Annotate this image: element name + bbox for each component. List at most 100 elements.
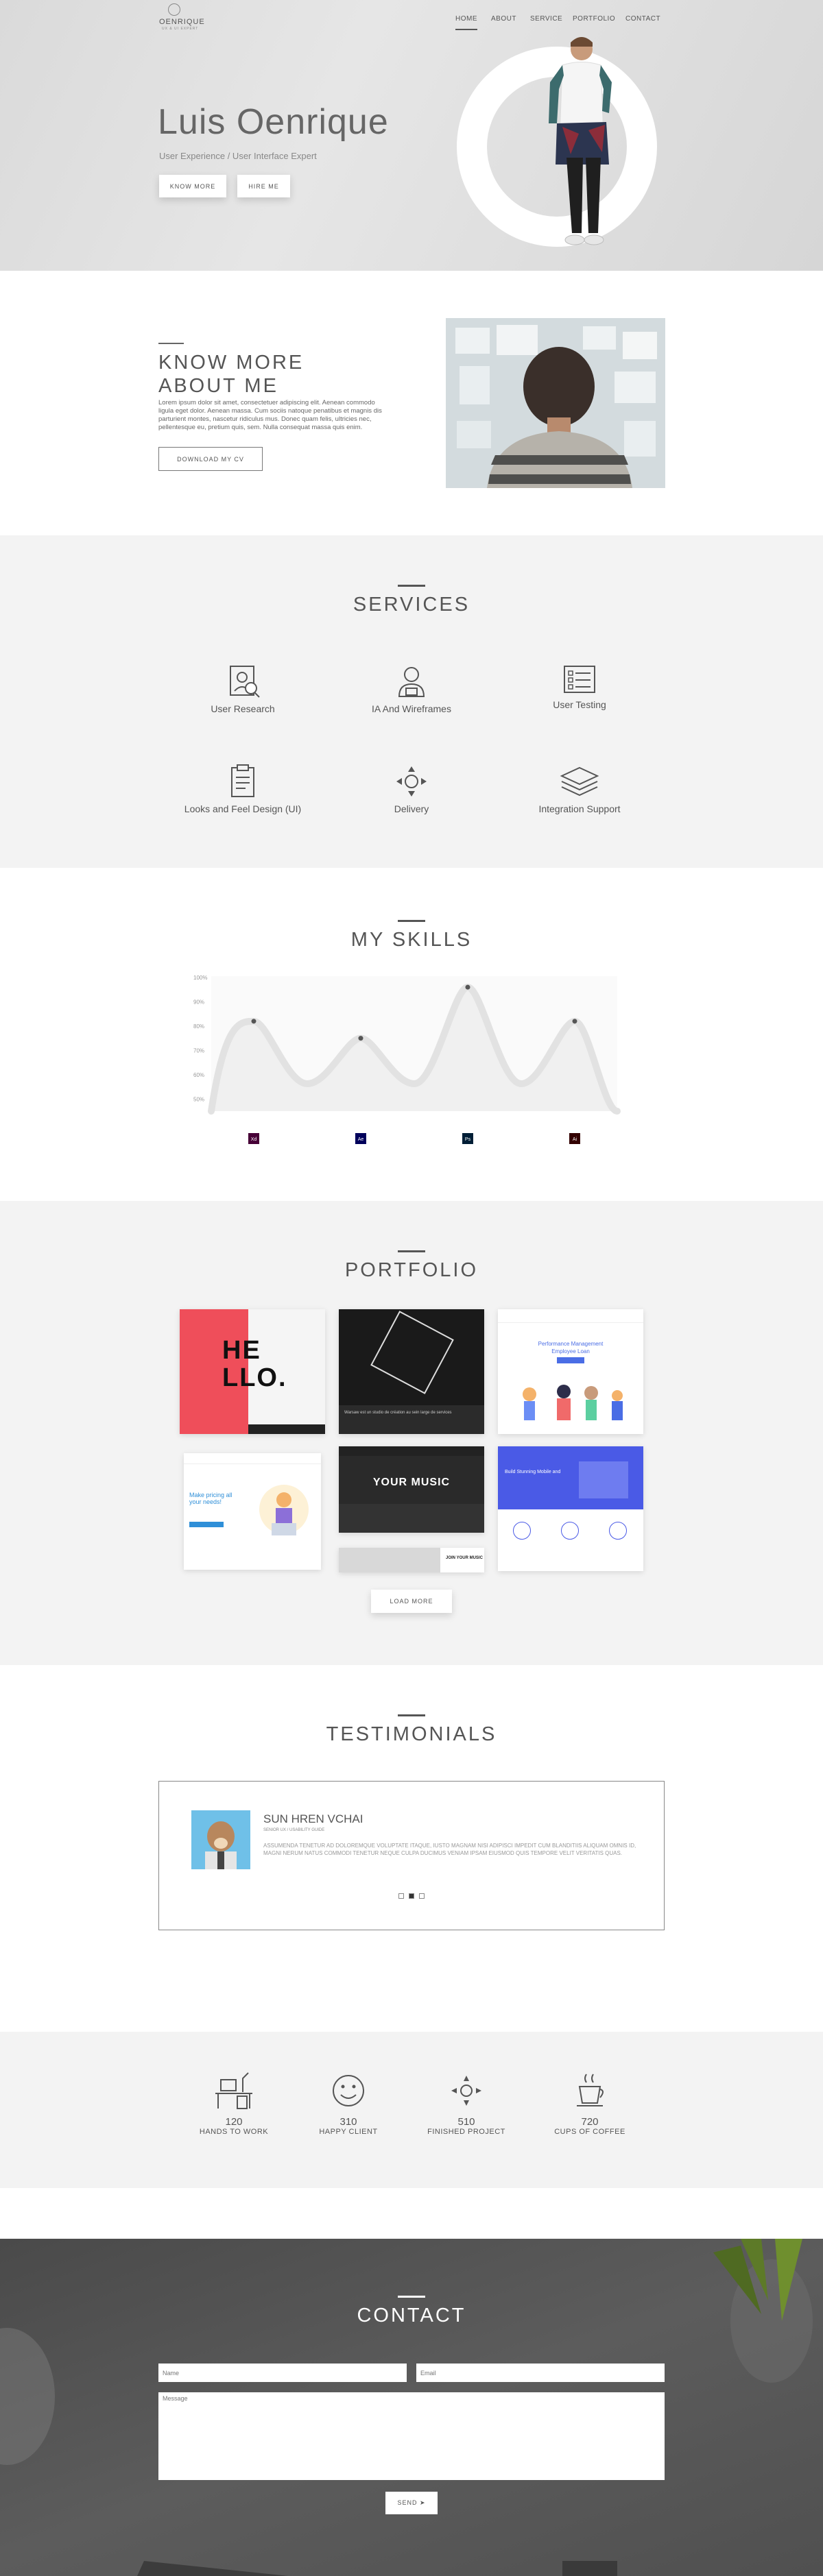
studio-frame (370, 1311, 454, 1394)
nav-about[interactable]: ABOUT (491, 15, 516, 23)
hello-line1: HE (222, 1336, 261, 1365)
portfolio-item-mobile[interactable]: Build Stunning Mobile and (498, 1446, 643, 1571)
y-tick-label: 90% (193, 999, 204, 1005)
performance-navbar (498, 1309, 643, 1323)
about-section (0, 271, 823, 535)
send-arrow-icon: ➤ (419, 2499, 426, 2506)
testimonial-card: SUN HREN VCHAI SENIOR UX / USABILITY GUI… (158, 1781, 665, 1930)
download-cv-button[interactable]: DOWNLOAD MY CV (158, 447, 263, 471)
testimonial-dot-1[interactable] (398, 1893, 404, 1899)
service-label: Delivery (394, 803, 429, 814)
about-photo-illustration (446, 318, 665, 488)
testimonial-dot-3[interactable] (419, 1893, 425, 1899)
stat-cups-of-coffee: 720 CUPS OF COFFEE (532, 2069, 648, 2136)
data-point (572, 1019, 577, 1024)
stat-value: 720 (581, 2116, 599, 2128)
clipboard-icon (231, 764, 254, 797)
service-ia-wireframes[interactable]: IA And Wireframes (326, 664, 497, 714)
skills-title: MY SKILLS (350, 929, 473, 951)
nav-home[interactable]: HOME (455, 15, 477, 30)
about-title-line2: ABOUT ME (158, 375, 278, 397)
about-title-line1: KNOW MORE (158, 352, 305, 374)
pricing-cta (189, 1522, 224, 1527)
service-look-feel[interactable]: Looks and Feel Design (UI) (157, 764, 329, 814)
user-research-icon (230, 666, 260, 698)
x-tick-label: Ps (465, 1137, 471, 1142)
testimonial-role: SENIOR UX / USABILITY GUIDE (263, 1828, 325, 1832)
service-label: User Testing (553, 699, 606, 710)
service-label: Looks and Feel Design (UI) (184, 803, 302, 814)
hello-line2: LLO. (222, 1363, 287, 1392)
service-user-testing[interactable]: User Testing (494, 664, 665, 710)
avatar-illustration (205, 1821, 237, 1869)
skills-chart-svg: 50% 60% 70% 80% 90% 100% Xd Ae Ps Ai (193, 975, 621, 1144)
testimonials-title-bar (398, 1714, 425, 1716)
stat-hands-to-work: 120 HANDS TO WORK (176, 2069, 292, 2136)
feature-icon (561, 1522, 579, 1540)
logo-subtitle: UX & UI EXPERT (162, 27, 199, 31)
logo-icon[interactable] (168, 3, 180, 16)
desk-icon (215, 2072, 252, 2109)
stat-value: 310 (339, 2116, 357, 2128)
send-label: SEND (397, 2499, 418, 2506)
data-point (465, 984, 470, 990)
stat-label: FINISHED PROJECT (427, 2128, 505, 2136)
performance-illustration (523, 1385, 623, 1420)
y-tick-label: 100% (193, 975, 207, 981)
music-navbar (339, 1446, 484, 1456)
studio-footer (339, 1405, 484, 1434)
performance-subheading: Employee Loan (551, 1348, 590, 1354)
y-tick-label: 50% (193, 1096, 204, 1102)
stat-happy-client: 310 HAPPY CLIENT (290, 2069, 407, 2136)
coffee-cup-icon (577, 2074, 604, 2106)
hero-section: OENRIQUE UX & UI EXPERT HOME ABOUT SERVI… (0, 0, 823, 271)
portfolio-title-bar (398, 1250, 425, 1252)
nav-contact[interactable]: CONTACT (625, 15, 660, 23)
testimonial-dot-2[interactable] (409, 1893, 414, 1899)
about-photo (446, 318, 665, 488)
stat-value: 120 (225, 2116, 243, 2128)
portfolio-item-performance[interactable]: Performance Management Employee Loan (498, 1309, 643, 1434)
logo-text[interactable]: OENRIQUE (159, 18, 205, 26)
portfolio-item-join-music[interactable]: JOIN YOUR MUSIC (339, 1548, 484, 1572)
y-tick-label: 60% (193, 1072, 204, 1078)
hero-name: Luis Oenrique (158, 102, 389, 142)
nav-service[interactable]: SERVICE (530, 15, 562, 23)
stat-label: CUPS OF COFFEE (554, 2128, 625, 2136)
checklist-icon (564, 666, 595, 693)
pricing-navbar (184, 1453, 321, 1464)
data-point (358, 1036, 363, 1041)
service-user-research[interactable]: User Research (157, 664, 329, 714)
y-tick-label: 70% (193, 1047, 204, 1054)
message-field[interactable] (158, 2392, 665, 2480)
about-title-bar (158, 343, 184, 344)
service-delivery[interactable]: Delivery (326, 764, 497, 814)
pricing-heading: Make pricing all your needs! (189, 1492, 232, 1505)
x-tick-label: Ae (358, 1137, 364, 1142)
target-icon (451, 2076, 481, 2106)
hire-me-button[interactable]: HIRE ME (237, 175, 290, 197)
know-more-button[interactable]: KNOW MORE (159, 175, 226, 197)
skills-title-bar (398, 920, 425, 922)
service-label: Integration Support (538, 803, 621, 814)
contact-title: CONTACT (357, 2305, 466, 2326)
testimonial-name: SUN HREN VCHAI (263, 1812, 363, 1825)
portfolio-item-pricing[interactable]: Make pricing all your needs! (184, 1453, 321, 1570)
portfolio-item-studio[interactable]: Warsaw est un studio de création au sein… (339, 1309, 484, 1434)
nav-portfolio[interactable]: PORTFOLIO (573, 15, 615, 23)
name-field[interactable] (158, 2364, 407, 2382)
service-integration[interactable]: Integration Support (494, 764, 665, 814)
join-music-image (339, 1548, 440, 1572)
email-field[interactable] (416, 2364, 665, 2382)
load-more-button[interactable]: LOAD MORE (371, 1590, 452, 1613)
music-band (339, 1504, 484, 1533)
feature-icon (513, 1522, 531, 1540)
send-button[interactable]: SEND ➤ (385, 2492, 438, 2514)
stat-label: HANDS TO WORK (199, 2128, 269, 2136)
portfolio-item-hello[interactable]: HE LLO. (180, 1309, 325, 1434)
portfolio-item-music[interactable]: YOUR MUSIC (339, 1446, 484, 1533)
mobile-illustration (579, 1461, 628, 1498)
portfolio-title: PORTFOLIO (344, 1259, 479, 1281)
hero-subtitle: User Experience / User Interface Expert (159, 151, 317, 161)
pricing-illustration (259, 1485, 309, 1535)
